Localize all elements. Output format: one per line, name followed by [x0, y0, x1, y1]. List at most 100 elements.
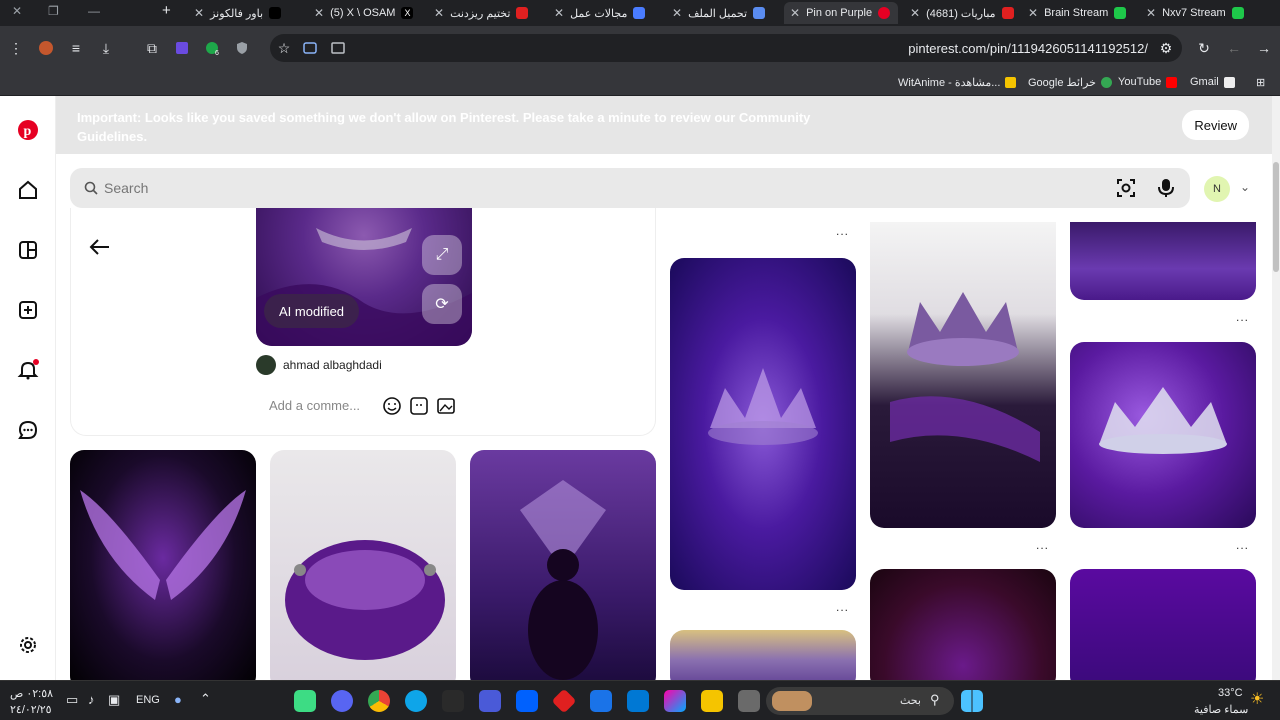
dropbox-icon[interactable]	[516, 690, 538, 712]
tab-brain-stream[interactable]: ✕ Brain Stream	[1022, 2, 1134, 24]
tab-work-fields[interactable]: ✕ مجالات عمل	[548, 2, 660, 24]
epic-games-icon[interactable]	[442, 690, 464, 712]
forward-icon[interactable]: ←	[1222, 36, 1246, 60]
taskbar-search-box[interactable]: بحث ⚲	[766, 687, 954, 715]
restore-window-icon[interactable]: ❐	[48, 4, 59, 18]
copilot-icon[interactable]	[664, 690, 686, 712]
bookmark-witanime[interactable]: WitAnime - مشاهدة...	[898, 76, 1017, 89]
minimize-window-icon[interactable]: —	[88, 4, 100, 18]
pin-tile-purple-gradient[interactable]	[1070, 569, 1256, 680]
file-explorer-icon[interactable]	[701, 690, 723, 712]
tab-matches[interactable]: ✕ (4681) مباريات	[904, 2, 1016, 24]
extension-icon[interactable]	[170, 36, 194, 60]
pin-tile-purple-curtain[interactable]	[1070, 222, 1256, 300]
account-chevron-down-icon[interactable]: ⌄	[1240, 180, 1250, 194]
tab-power-falcons[interactable]: ✕ باور فالكونز	[188, 2, 302, 24]
pin-tile-galaxy-crown[interactable]	[670, 258, 856, 590]
expand-icon[interactable]: ⤢	[422, 235, 462, 275]
sun-weather-icon[interactable]: ☀	[1250, 689, 1264, 709]
close-tab-icon[interactable]: ✕	[314, 6, 324, 20]
extension-badge-icon[interactable]: 6	[200, 36, 224, 60]
close-tab-icon[interactable]: ✕	[434, 6, 444, 20]
close-window-icon[interactable]: ✕	[12, 4, 22, 18]
shield-icon[interactable]	[230, 36, 254, 60]
download-icon[interactable]: ⤓	[94, 36, 118, 60]
pin-tile-king-throne[interactable]	[470, 450, 656, 680]
profile-icon[interactable]	[34, 36, 58, 60]
image-attach-icon[interactable]	[436, 396, 456, 416]
back-arrow-icon[interactable]	[89, 238, 111, 256]
reload-icon[interactable]: ↻	[1192, 36, 1216, 60]
apps-icon[interactable]: ⊞	[1256, 76, 1265, 89]
close-tab-icon[interactable]: ✕	[672, 6, 682, 20]
review-button[interactable]: Review	[1182, 110, 1249, 140]
menu-dots-icon[interactable]: ⋮	[4, 36, 28, 60]
pin-tile-dark-crown[interactable]	[870, 569, 1056, 680]
more-options-icon[interactable]: ...	[1236, 310, 1249, 324]
search-bar[interactable]: Search	[70, 168, 1190, 208]
tab-pin-on-purple[interactable]: ✕ Pin on Purple	[784, 2, 898, 24]
messages-icon[interactable]	[14, 416, 42, 444]
battery-icon[interactable]: ▭	[66, 692, 78, 708]
network-icon[interactable]: ▣	[108, 692, 120, 708]
pin-tile-silver-tiara[interactable]	[1070, 342, 1256, 528]
settings-gear-icon[interactable]	[14, 631, 42, 659]
pinterest-logo-icon[interactable]: p	[14, 116, 42, 144]
author-avatar[interactable]	[256, 355, 276, 375]
share-icon[interactable]	[298, 36, 322, 60]
pin-tile-purple-wings[interactable]	[70, 450, 256, 680]
clock-date[interactable]: ٢٤/٠٢/٢٥	[10, 703, 52, 716]
tab-x-osam[interactable]: ✕ (5) X \ OSAM X	[308, 2, 422, 24]
close-tab-icon[interactable]: ✕	[1028, 6, 1038, 20]
bookmark-youtube[interactable]: YouTube	[1118, 76, 1178, 88]
tab-nxv7[interactable]: ✕ Nxv7 Stream	[1140, 2, 1252, 24]
app-icon-remote[interactable]	[479, 690, 501, 712]
microphone-tray-icon[interactable]: ●	[174, 692, 182, 707]
home-icon[interactable]	[14, 176, 42, 204]
sticker-icon[interactable]	[409, 396, 429, 416]
close-tab-icon[interactable]: ✕	[1146, 6, 1156, 20]
bookmark-google-maps[interactable]: Google خرائط	[1028, 76, 1112, 89]
pin-tile-scroll[interactable]	[670, 630, 856, 680]
visual-search-icon[interactable]: ⟳	[422, 284, 462, 324]
edge-icon[interactable]	[405, 690, 427, 712]
language-indicator[interactable]: ENG	[136, 694, 160, 706]
address-bar[interactable]: ☆ pinterest.com/pin/1119426051141192512/…	[270, 34, 1182, 62]
close-tab-icon[interactable]: ✕	[554, 6, 564, 20]
close-tab-icon[interactable]: ✕	[194, 6, 204, 20]
scrollbar-thumb[interactable]	[1273, 162, 1279, 272]
playlist-icon[interactable]: ≡	[64, 36, 88, 60]
bookmark-star-icon[interactable]: ☆	[272, 36, 296, 60]
discord-icon[interactable]	[331, 690, 353, 712]
user-avatar[interactable]: N	[1204, 176, 1230, 202]
clock-time[interactable]: ٠٢:٥٨ ص	[10, 687, 53, 700]
pin-tile-crown-satin[interactable]	[870, 222, 1056, 528]
weather-temperature[interactable]: 33°C	[1218, 687, 1243, 699]
search-input[interactable]: Search	[104, 180, 148, 196]
create-icon[interactable]	[14, 296, 42, 324]
emoji-icon[interactable]	[382, 396, 402, 416]
visual-search-camera-icon[interactable]	[1116, 178, 1136, 198]
page-scrollbar[interactable]	[1272, 96, 1280, 680]
app-icon-android[interactable]	[294, 690, 316, 712]
more-options-icon[interactable]: ...	[1236, 538, 1249, 552]
store-icon[interactable]	[627, 690, 649, 712]
tab-resident-evil[interactable]: ✕ تختيم ريزدنت	[428, 2, 542, 24]
new-tab-button[interactable]: +	[162, 2, 171, 19]
close-tab-icon[interactable]: ✕	[910, 6, 920, 20]
task-view-icon[interactable]	[738, 690, 760, 712]
app-icon-red[interactable]	[551, 688, 577, 714]
back-icon[interactable]: →	[1252, 36, 1276, 60]
windows-start-icon[interactable]	[961, 690, 983, 712]
chrome-icon[interactable]	[368, 690, 390, 712]
comment-box[interactable]: Add a comme...	[256, 388, 472, 424]
microphone-icon[interactable]	[1158, 178, 1174, 198]
more-options-icon[interactable]: ...	[1036, 538, 1049, 552]
site-settings-icon[interactable]: ⚙	[1154, 36, 1178, 60]
explore-icon[interactable]	[14, 236, 42, 264]
translate-icon[interactable]	[326, 36, 350, 60]
pin-tile-purple-crown[interactable]	[270, 450, 456, 680]
volume-icon[interactable]: ♪	[88, 692, 95, 707]
extensions-icon[interactable]: ⧉	[140, 36, 164, 60]
notifications-bell-icon[interactable]	[14, 356, 42, 384]
